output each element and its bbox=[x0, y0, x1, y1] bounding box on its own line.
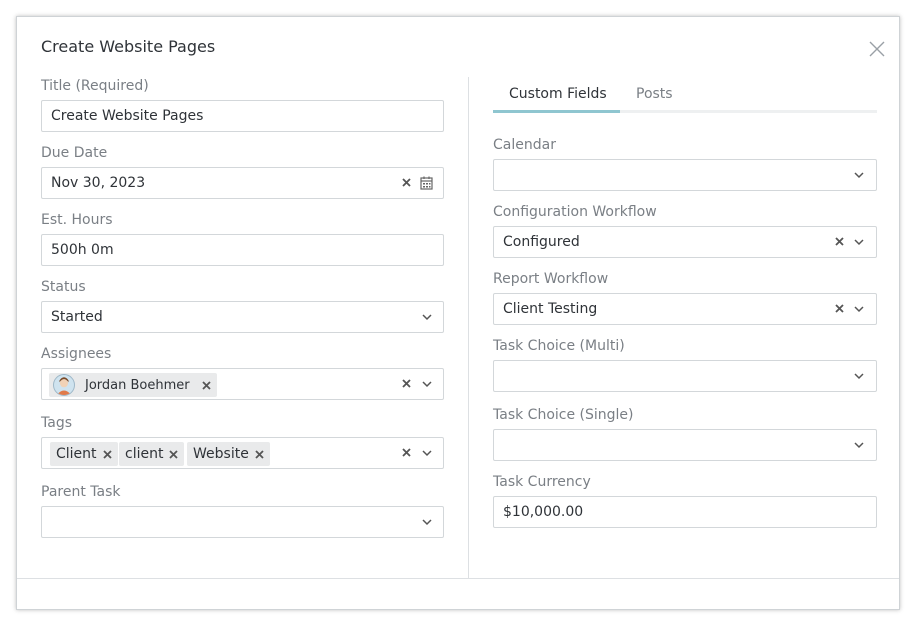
footer-divider bbox=[17, 578, 899, 579]
clear-icon[interactable] bbox=[401, 378, 412, 389]
chevron-down-icon[interactable] bbox=[853, 370, 865, 382]
create-task-modal: Create Website Pages Title (Required) Cr… bbox=[16, 16, 900, 610]
parent-task-label: Parent Task bbox=[41, 484, 121, 500]
remove-tag-icon[interactable] bbox=[169, 449, 179, 459]
tag-chip: client bbox=[119, 442, 185, 466]
chevron-down-icon[interactable] bbox=[853, 303, 865, 315]
task-choice-multi-label: Task Choice (Multi) bbox=[493, 338, 625, 354]
report-workflow-label: Report Workflow bbox=[493, 271, 609, 287]
calendar-icon[interactable] bbox=[420, 176, 433, 190]
assignees-label: Assignees bbox=[41, 346, 112, 362]
clear-icon[interactable] bbox=[401, 447, 412, 458]
tab-bar: Custom Fields Posts bbox=[493, 77, 877, 113]
assignee-name: Jordan Boehmer bbox=[85, 377, 190, 393]
due-date-input[interactable]: Nov 30, 2023 bbox=[41, 167, 444, 199]
clear-icon[interactable] bbox=[834, 303, 845, 314]
tab-custom-fields[interactable]: Custom Fields bbox=[509, 86, 607, 102]
clear-icon[interactable] bbox=[401, 177, 412, 188]
clear-icon[interactable] bbox=[834, 236, 845, 247]
tag-label: Website bbox=[193, 446, 249, 462]
tag-label: client bbox=[125, 446, 164, 462]
avatar bbox=[53, 374, 75, 396]
task-choice-single-select[interactable] bbox=[493, 429, 877, 461]
due-date-value: Nov 30, 2023 bbox=[51, 175, 146, 191]
chevron-down-icon[interactable] bbox=[853, 439, 865, 451]
chevron-down-icon[interactable] bbox=[421, 516, 433, 528]
task-currency-input[interactable]: $10,000.00 bbox=[493, 496, 877, 528]
tags-label: Tags bbox=[41, 415, 72, 431]
remove-tag-icon[interactable] bbox=[102, 449, 112, 459]
calendar-select[interactable] bbox=[493, 159, 877, 191]
active-tab-indicator bbox=[493, 110, 620, 113]
title-input[interactable]: Create Website Pages bbox=[41, 100, 444, 132]
chevron-down-icon[interactable] bbox=[421, 447, 433, 459]
close-icon[interactable] bbox=[867, 39, 887, 59]
task-currency-label: Task Currency bbox=[493, 474, 591, 490]
est-hours-input[interactable]: 500h 0m bbox=[41, 234, 444, 266]
title-label: Title (Required) bbox=[41, 78, 149, 94]
report-workflow-value: Client Testing bbox=[503, 301, 598, 317]
title-value: Create Website Pages bbox=[51, 108, 204, 124]
configuration-workflow-label: Configuration Workflow bbox=[493, 204, 657, 220]
tags-select[interactable]: Client client Website bbox=[41, 437, 444, 469]
status-label: Status bbox=[41, 279, 86, 295]
configuration-workflow-select[interactable]: Configured bbox=[493, 226, 877, 258]
column-divider bbox=[468, 77, 469, 579]
modal-title: Create Website Pages bbox=[41, 37, 216, 56]
task-currency-value: $10,000.00 bbox=[503, 504, 584, 520]
chevron-down-icon[interactable] bbox=[421, 311, 433, 323]
tag-chip: Website bbox=[187, 442, 270, 466]
calendar-label: Calendar bbox=[493, 137, 556, 153]
status-select[interactable]: Started bbox=[41, 301, 444, 333]
status-value: Started bbox=[51, 309, 103, 325]
est-hours-label: Est. Hours bbox=[41, 212, 113, 228]
report-workflow-select[interactable]: Client Testing bbox=[493, 293, 877, 325]
chevron-down-icon[interactable] bbox=[853, 169, 865, 181]
task-choice-multi-select[interactable] bbox=[493, 360, 877, 392]
chevron-down-icon[interactable] bbox=[421, 378, 433, 390]
remove-tag-icon[interactable] bbox=[255, 449, 264, 459]
assignees-select[interactable]: Jordan Boehmer bbox=[41, 368, 444, 400]
chevron-down-icon[interactable] bbox=[853, 236, 865, 248]
tag-label: Client bbox=[56, 446, 97, 462]
est-hours-value: 500h 0m bbox=[51, 242, 114, 258]
configuration-workflow-value: Configured bbox=[503, 234, 580, 250]
task-choice-single-label: Task Choice (Single) bbox=[493, 407, 634, 423]
assignee-chip: Jordan Boehmer bbox=[49, 373, 217, 397]
tab-posts[interactable]: Posts bbox=[636, 86, 673, 102]
parent-task-select[interactable] bbox=[41, 506, 444, 538]
remove-assignee-icon[interactable] bbox=[201, 380, 211, 390]
due-date-label: Due Date bbox=[41, 145, 108, 161]
tag-chip: Client bbox=[50, 442, 118, 466]
